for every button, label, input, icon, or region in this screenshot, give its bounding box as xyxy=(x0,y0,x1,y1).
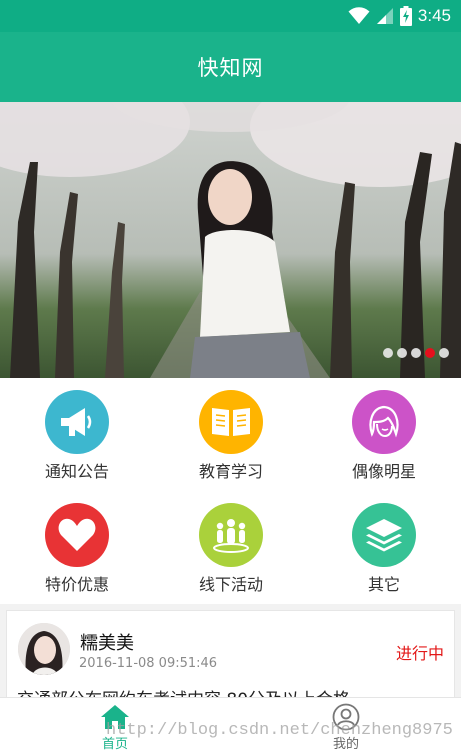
status-icons: 3:45 xyxy=(348,5,451,27)
category-notice[interactable]: 通知公告 xyxy=(0,378,154,491)
carousel-dot[interactable] xyxy=(383,348,393,358)
heart-icon xyxy=(45,503,109,567)
status-time: 3:45 xyxy=(417,6,451,25)
carousel-indicators xyxy=(383,348,449,358)
category-idol[interactable]: 偶像明星 xyxy=(307,378,461,491)
category-grid: 通知公告 教育学习 偶像明星 特价优惠 线下活动 其它 xyxy=(0,378,461,604)
category-discount[interactable]: 特价优惠 xyxy=(0,491,154,604)
megaphone-icon xyxy=(45,390,109,454)
avatar[interactable] xyxy=(18,623,70,675)
banner-image xyxy=(0,102,461,378)
battery-icon xyxy=(399,6,412,26)
category-label: 通知公告 xyxy=(44,462,109,481)
group-people-icon xyxy=(199,503,263,567)
wifi-icon xyxy=(348,7,370,25)
watermark: http://blog.csdn.net/chenzheng8975 xyxy=(106,721,453,740)
category-label: 教育学习 xyxy=(198,462,263,481)
app-bar: 快知网 xyxy=(0,32,461,102)
carousel-dot-active[interactable] xyxy=(425,348,435,358)
category-label: 线下活动 xyxy=(198,575,263,594)
carousel-dot[interactable] xyxy=(439,348,449,358)
card-user-name: 糯美美 xyxy=(80,633,134,654)
status-bar: 3:45 xyxy=(0,0,461,32)
banner-carousel[interactable] xyxy=(0,102,461,378)
card-timestamp: 2016-11-08 09:51:46 xyxy=(79,656,218,671)
carousel-dot[interactable] xyxy=(397,348,407,358)
activity-card[interactable]: 糯美美 2016-11-08 09:51:46 进行中 交通部公布网约车考试内容… xyxy=(6,610,455,710)
category-label: 偶像明星 xyxy=(351,462,416,481)
app-title: 快知网 xyxy=(197,56,264,80)
category-other[interactable]: 其它 xyxy=(307,491,461,604)
carousel-dot[interactable] xyxy=(411,348,421,358)
category-label: 其它 xyxy=(367,575,400,594)
status-badge: 进行中 xyxy=(395,644,444,663)
signal-icon xyxy=(376,8,393,24)
book-icon xyxy=(199,390,263,454)
layers-icon xyxy=(352,503,416,567)
category-label: 特价优惠 xyxy=(44,575,109,594)
category-education[interactable]: 教育学习 xyxy=(154,378,308,491)
woman-face-icon xyxy=(352,390,416,454)
category-offline-event[interactable]: 线下活动 xyxy=(154,491,308,604)
